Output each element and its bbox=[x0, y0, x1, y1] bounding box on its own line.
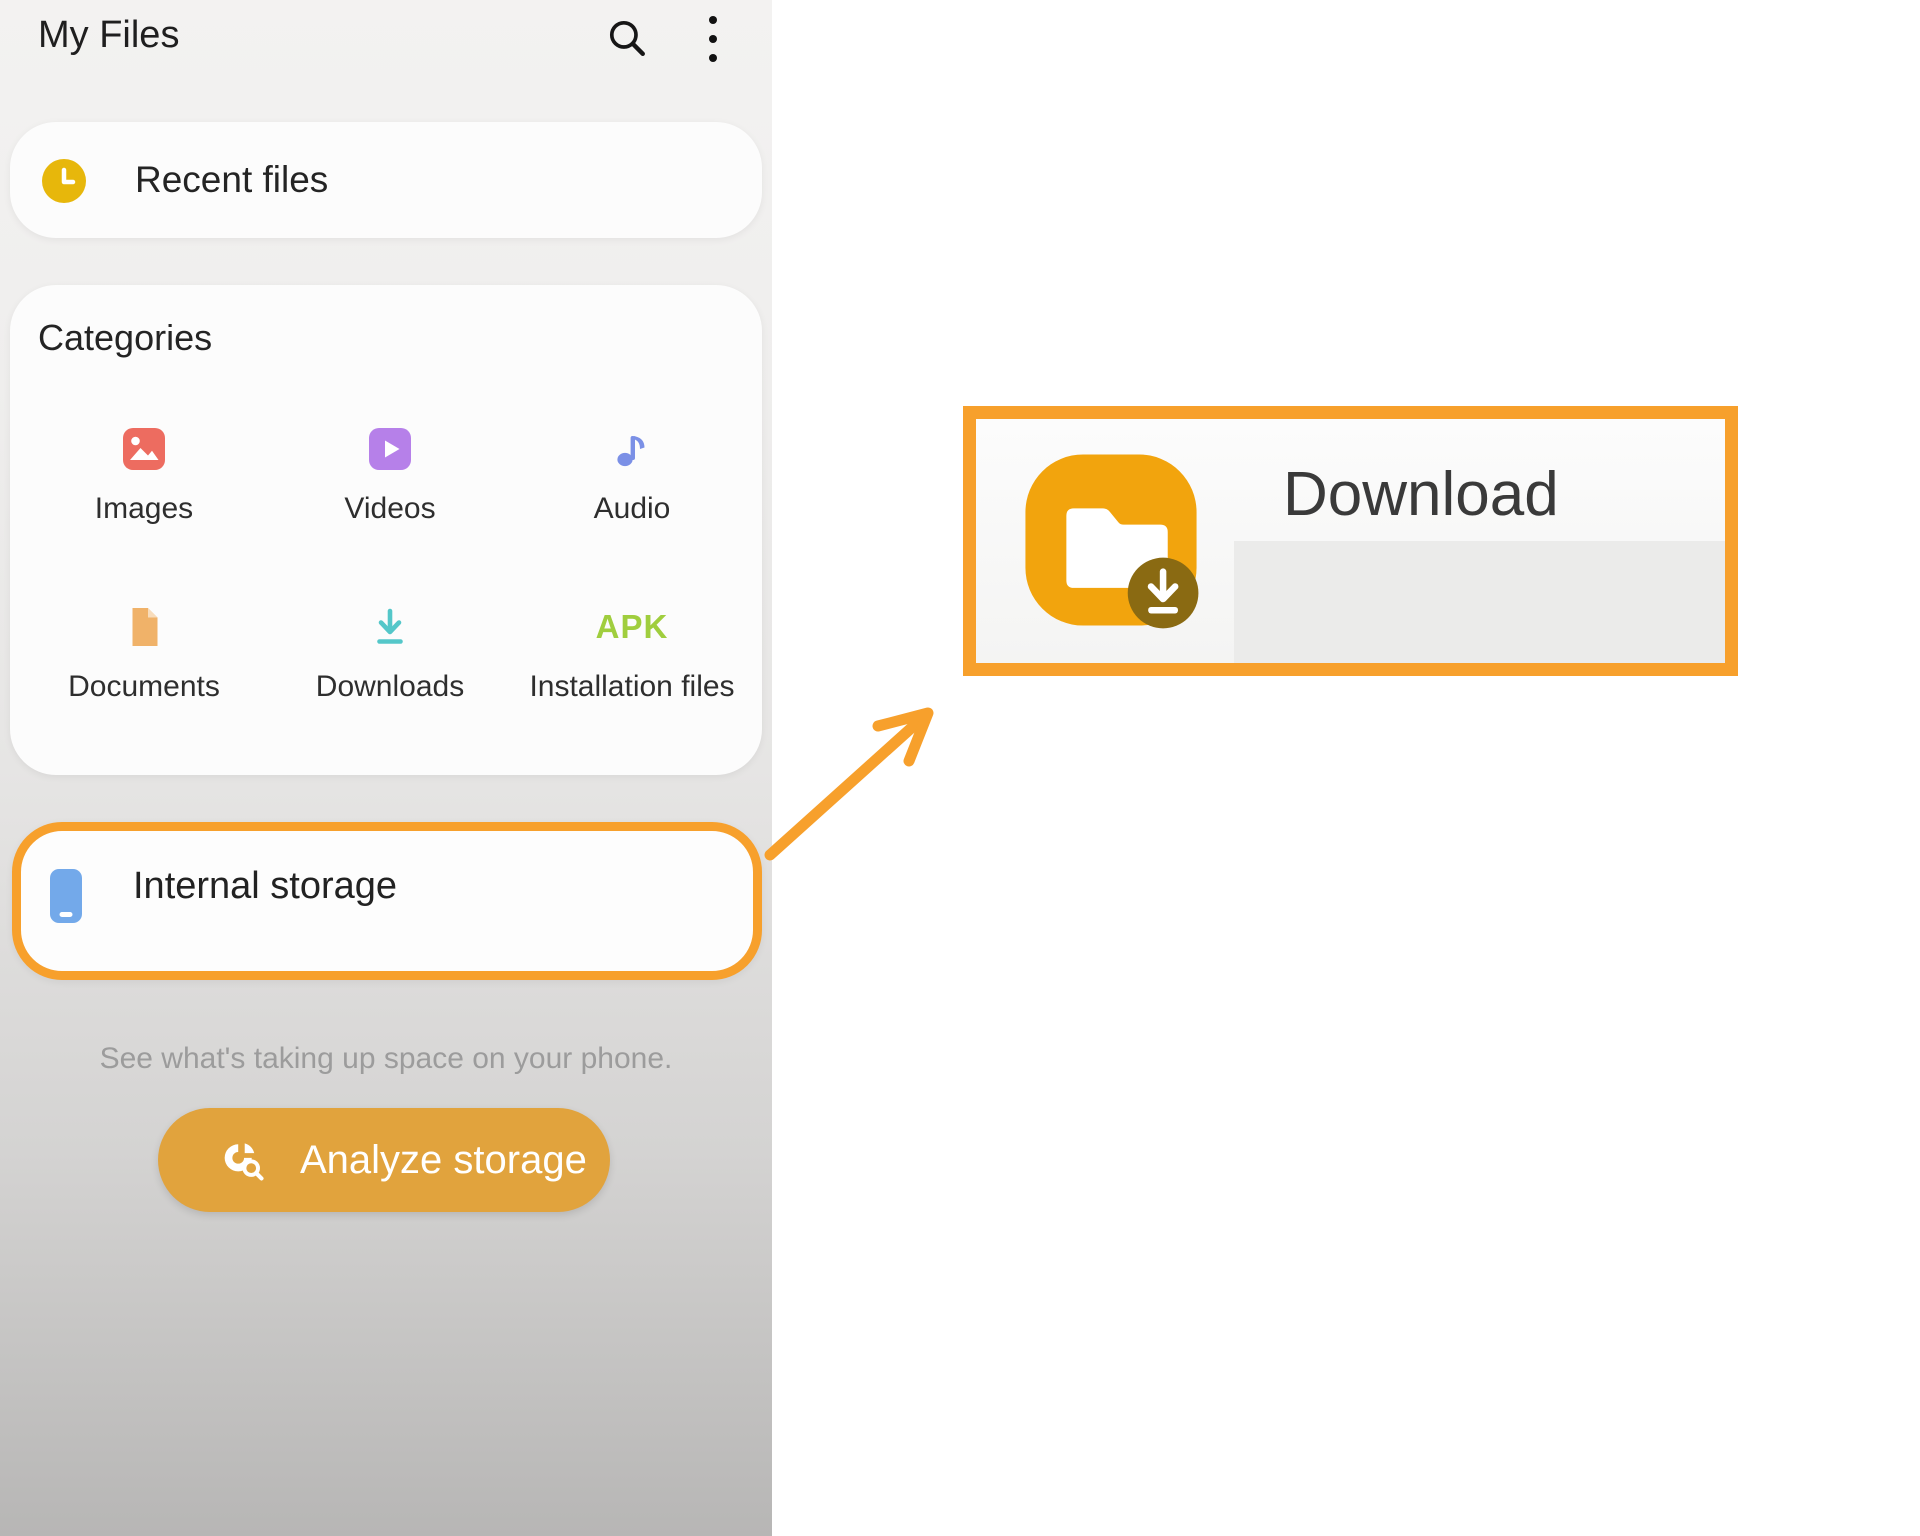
recent-files-item[interactable]: Recent files bbox=[10, 122, 762, 238]
apk-badge: APK bbox=[522, 598, 742, 656]
videos-icon bbox=[280, 420, 500, 478]
storage-analysis-icon bbox=[216, 1134, 268, 1186]
category-audio[interactable]: Audio bbox=[522, 420, 742, 526]
download-folder-label: Download bbox=[1283, 459, 1559, 530]
more-options-icon[interactable] bbox=[703, 14, 723, 64]
storage-hint-text: See what's taking up space on your phone… bbox=[0, 1042, 772, 1076]
analyze-storage-button[interactable]: Analyze storage bbox=[158, 1108, 610, 1212]
category-label: Images bbox=[34, 492, 254, 526]
recent-files-label: Recent files bbox=[135, 122, 328, 238]
category-images[interactable]: Images bbox=[34, 420, 254, 526]
download-callout: Download bbox=[963, 406, 1738, 676]
category-videos[interactable]: Videos bbox=[280, 420, 500, 526]
internal-storage-highlight: Internal storage bbox=[12, 822, 762, 980]
download-arrow-icon bbox=[280, 598, 500, 656]
category-label: Documents bbox=[34, 670, 254, 704]
document-icon bbox=[34, 598, 254, 656]
analyze-storage-label: Analyze storage bbox=[300, 1108, 587, 1212]
categories-title: Categories bbox=[38, 317, 212, 359]
app-bar: My Files bbox=[0, 0, 772, 80]
category-downloads[interactable]: Downloads bbox=[280, 598, 500, 704]
audio-note-icon bbox=[522, 420, 742, 478]
internal-storage-item[interactable]: Internal storage bbox=[21, 831, 753, 971]
category-label: Downloads bbox=[280, 670, 500, 704]
annotation-arrow bbox=[700, 650, 1000, 900]
images-icon bbox=[34, 420, 254, 478]
categories-card: Categories Images bbox=[10, 285, 762, 775]
category-documents[interactable]: Documents bbox=[34, 598, 254, 704]
phone-screenshot: My Files Recent files Categories bbox=[0, 0, 772, 1536]
row-divider-block bbox=[1234, 541, 1725, 663]
category-label: Videos bbox=[280, 492, 500, 526]
folder-download-icon bbox=[1018, 447, 1204, 633]
clock-icon bbox=[41, 158, 87, 204]
screenshot-root: My Files Recent files Categories bbox=[0, 0, 1920, 1536]
category-label: Audio bbox=[522, 492, 742, 526]
internal-storage-label: Internal storage bbox=[133, 865, 397, 908]
page-title: My Files bbox=[38, 14, 179, 57]
phone-icon bbox=[50, 869, 82, 923]
search-icon[interactable] bbox=[605, 16, 649, 60]
